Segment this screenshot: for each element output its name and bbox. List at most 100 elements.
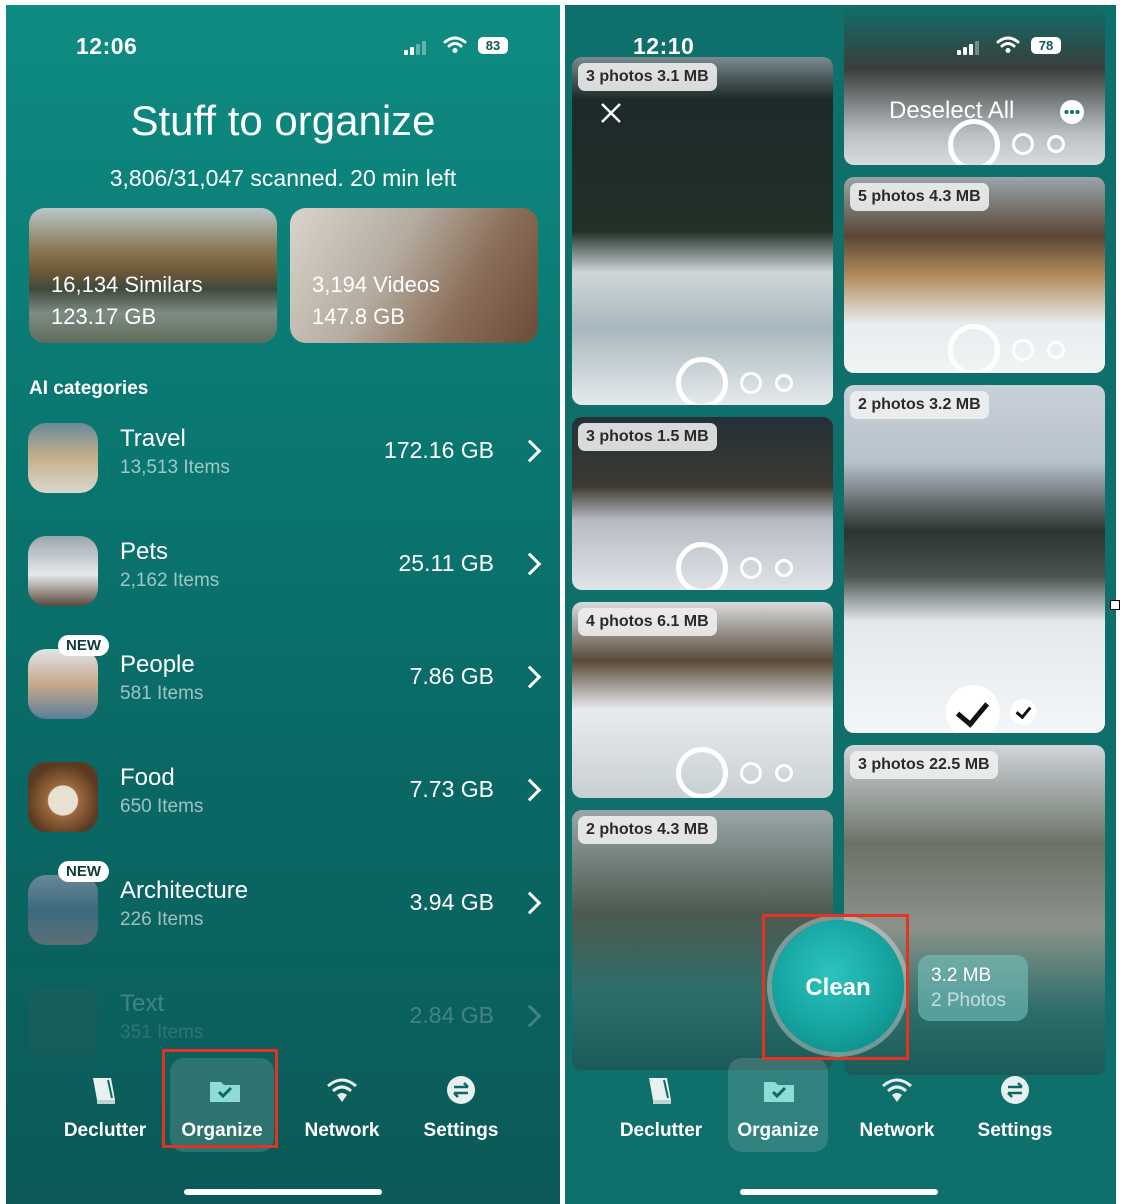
category-row-people[interactable]: NEW People 581 Items 7.86 GB — [28, 635, 542, 729]
group-label: 3 photos 3.1 MB — [578, 63, 717, 91]
declutter-icon — [649, 1078, 671, 1104]
wifi-icon — [996, 36, 1020, 53]
category-name: People — [120, 651, 195, 678]
tab-label: Declutter — [63, 1120, 147, 1141]
battery-indicator: 78 — [1031, 37, 1061, 54]
pets-thumbnail — [28, 536, 98, 606]
photo-select-indicator[interactable] — [775, 764, 793, 782]
tab-network[interactable]: Network — [287, 1058, 397, 1152]
category-row-travel[interactable]: Travel 13,513 Items 172.16 GB — [28, 423, 542, 503]
new-badge: NEW — [58, 861, 109, 882]
photo-group-tile[interactable] — [844, 5, 1105, 165]
selection-size: 3.2 MB — [931, 965, 992, 986]
battery-indicator: 83 — [478, 37, 508, 54]
category-count: 226 Items — [120, 909, 204, 930]
photo-select-indicator[interactable] — [740, 762, 762, 784]
category-size: 2.84 GB — [409, 1002, 494, 1028]
category-count: 13,513 Items — [120, 457, 230, 478]
similars-count: 16,134 Similars — [51, 272, 203, 297]
similars-card[interactable]: 16,134 Similars 123.17 GB — [29, 208, 277, 343]
primary-photo-indicator[interactable] — [676, 542, 728, 590]
wifi-icon — [443, 36, 467, 53]
photo-select-indicator[interactable] — [1012, 339, 1034, 361]
category-count: 351 Items — [120, 1022, 204, 1043]
tab-label: Organize — [737, 1120, 819, 1141]
category-name: Architecture — [120, 877, 249, 904]
check-icon[interactable] — [946, 685, 1000, 733]
text-thumbnail — [28, 988, 98, 1058]
photo-group-tile[interactable]: 5 photos 4.3 MB — [844, 177, 1105, 373]
category-count: 2,162 Items — [120, 570, 220, 591]
videos-card[interactable]: 3,194 Videos 147.8 GB — [290, 208, 538, 343]
people-thumbnail — [28, 649, 98, 719]
tab-settings[interactable]: Settings — [406, 1058, 516, 1152]
chevron-right-icon — [518, 665, 542, 689]
tab-label: Network — [304, 1120, 380, 1141]
photo-select-indicator[interactable] — [740, 372, 762, 394]
tab-declutter[interactable]: Declutter — [606, 1058, 716, 1152]
group-label: 2 photos 3.2 MB — [850, 391, 989, 419]
photo-group-tile[interactable]: 4 photos 6.1 MB — [572, 602, 833, 798]
architecture-thumbnail — [28, 875, 98, 945]
tab-organize[interactable]: Organize — [728, 1058, 828, 1152]
photo-group-tile[interactable]: 3 photos 3.1 MB — [572, 57, 833, 405]
tab-declutter[interactable]: Declutter — [50, 1058, 160, 1152]
photo-select-indicator[interactable] — [775, 374, 793, 392]
primary-photo-indicator[interactable] — [676, 357, 728, 405]
videos-count: 3,194 Videos — [312, 272, 441, 297]
category-count: 581 Items — [120, 683, 204, 704]
selection-count: 2 Photos — [931, 990, 1006, 1011]
food-thumbnail — [28, 762, 98, 832]
category-name: Text — [120, 990, 165, 1017]
declutter-icon — [93, 1078, 115, 1104]
tab-network[interactable]: Network — [842, 1058, 952, 1152]
chevron-right-icon — [518, 1004, 542, 1028]
section-title: AI categories — [29, 378, 149, 399]
primary-photo-indicator[interactable] — [948, 119, 1000, 165]
category-size: 25.11 GB — [398, 550, 494, 576]
photo-group-tile[interactable]: 3 photos 1.5 MB — [572, 417, 833, 590]
chevron-right-icon — [518, 778, 542, 802]
category-count: 650 Items — [120, 796, 204, 817]
photo-select-indicator[interactable] — [1047, 341, 1065, 359]
new-badge: NEW — [58, 635, 109, 656]
tab-label: Settings — [423, 1120, 499, 1141]
photo-select-indicator[interactable] — [1012, 133, 1034, 155]
chevron-right-icon — [518, 891, 542, 915]
resize-handle — [1110, 600, 1120, 610]
group-label: 3 photos 22.5 MB — [850, 751, 998, 779]
category-size: 7.73 GB — [409, 776, 494, 802]
network-icon — [882, 1078, 912, 1102]
tab-label: Network — [859, 1120, 935, 1141]
network-icon — [327, 1078, 357, 1102]
photo-select-indicator[interactable] — [775, 559, 793, 577]
deselect-all-button[interactable]: Deselect All — [889, 97, 1014, 125]
highlight-box-organize-tab — [162, 1049, 278, 1148]
videos-size: 147.8 GB — [312, 304, 405, 329]
signal-icon — [957, 39, 979, 55]
folder-check-icon — [764, 1082, 794, 1102]
group-label: 4 photos 6.1 MB — [578, 608, 717, 636]
category-row-food[interactable]: Food 650 Items 7.73 GB — [28, 762, 542, 842]
status-time: 12:10 — [633, 33, 695, 59]
tab-settings[interactable]: Settings — [960, 1058, 1070, 1152]
tab-label: Settings — [977, 1120, 1053, 1141]
photo-select-indicator[interactable] — [1047, 135, 1065, 153]
travel-thumbnail — [28, 423, 98, 493]
photo-group-tile[interactable]: 2 photos 3.2 MB — [844, 385, 1105, 733]
similars-size: 123.17 GB — [51, 304, 157, 329]
home-indicator — [740, 1189, 938, 1195]
photo-select-indicator[interactable] — [740, 557, 762, 579]
primary-photo-indicator[interactable] — [948, 324, 1000, 373]
check-icon[interactable] — [1010, 699, 1036, 725]
close-icon[interactable] — [599, 101, 623, 125]
category-row-pets[interactable]: Pets 2,162 Items 25.11 GB — [28, 536, 542, 616]
settings-icon — [447, 1076, 475, 1104]
more-icon[interactable] — [1059, 99, 1085, 125]
category-row-text[interactable]: Text 351 Items 2.84 GB — [28, 988, 542, 1068]
primary-photo-indicator[interactable] — [676, 747, 728, 798]
home-indicator — [184, 1189, 382, 1195]
tab-bar: Declutter Organize Network Settings — [565, 1058, 1116, 1158]
group-label: 5 photos 4.3 MB — [850, 183, 989, 211]
category-row-architecture[interactable]: NEW Architecture 226 Items 3.94 GB — [28, 861, 542, 955]
